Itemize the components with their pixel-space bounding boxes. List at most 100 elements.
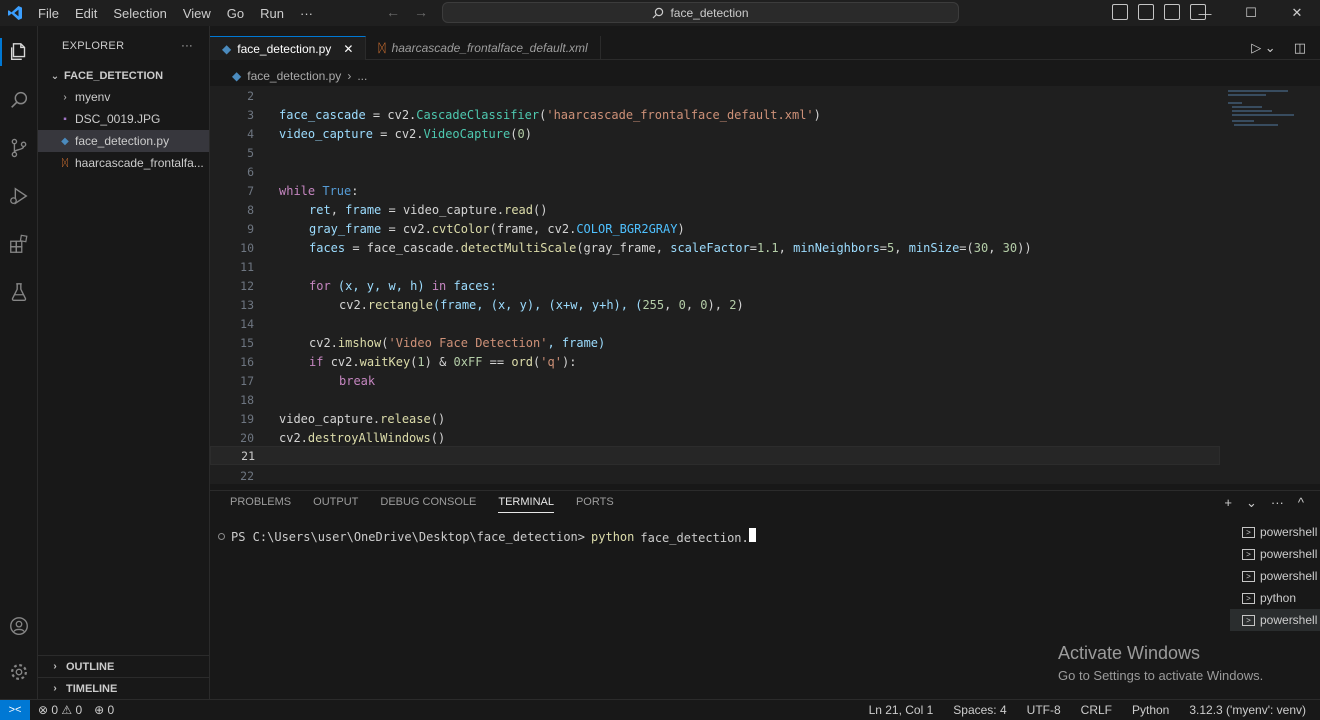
menu-selection[interactable]: Selection (105, 6, 174, 21)
terminal-icon: > (1242, 614, 1255, 626)
toggle-secondary-sidebar-icon[interactable] (1164, 4, 1180, 20)
testing-flask-icon[interactable] (0, 272, 38, 312)
tree-item-myenv[interactable]: › myenv (38, 86, 209, 108)
code-line: 22 (210, 466, 1220, 484)
watermark-subtitle: Go to Settings to activate Windows. (1058, 668, 1264, 683)
file-encoding[interactable]: UTF-8 (1027, 703, 1061, 717)
minimize-button[interactable]: — (1182, 6, 1228, 21)
tree-item-haarcascade-xml[interactable]: ᛞ haarcascade_frontalfa... (38, 152, 209, 174)
timeline-section[interactable]: › TIMELINE (38, 677, 210, 699)
ports-count[interactable]: ⊕ 0 (94, 703, 114, 717)
command-center-search[interactable]: face_detection (442, 2, 959, 23)
tree-item-face-detection-py[interactable]: ◆ face_detection.py (38, 130, 209, 152)
line-number: 5 (247, 145, 254, 160)
breadcrumb-file[interactable]: face_detection.py (247, 69, 341, 83)
tab-face-detection-py[interactable]: ◆ face_detection.py ✕ (210, 36, 367, 60)
code-editor[interactable]: 2 3 face_cascade = cv2.CascadeClassifier… (210, 86, 1320, 484)
code-text: face_cascade = cv2.CascadeClassifier('ha… (279, 107, 821, 122)
terminal-dropdown-icon[interactable]: ⌄ (1246, 495, 1257, 511)
search-view-icon[interactable] (0, 80, 38, 120)
xml-file-icon: ᛞ (378, 41, 386, 55)
extensions-icon[interactable] (0, 224, 38, 264)
line-number: 17 (240, 373, 254, 388)
chevron-right-icon: › (53, 683, 57, 694)
source-control-icon[interactable] (0, 128, 38, 168)
python-interpreter[interactable]: 3.12.3 ('myenv': venv) (1189, 703, 1306, 717)
split-editor-icon[interactable]: ◫ (1294, 40, 1306, 56)
indentation[interactable]: Spaces: 4 (953, 703, 1006, 717)
terminal-item[interactable]: > python (1230, 587, 1320, 609)
toggle-sidebar-icon[interactable] (1112, 4, 1128, 20)
explorer-icon[interactable] (0, 32, 38, 72)
minimap[interactable] (1224, 86, 1300, 136)
run-debug-icon[interactable] (0, 176, 38, 216)
end-of-line[interactable]: CRLF (1081, 703, 1112, 717)
tab-problems[interactable]: PROBLEMS (230, 496, 291, 513)
menu-view[interactable]: View (175, 6, 219, 21)
line-number: 3 (247, 107, 254, 122)
menu-run[interactable]: Run (252, 6, 292, 21)
tree-item-dsc-jpg[interactable]: ▪ DSC_0019.JPG (38, 108, 209, 130)
accounts-icon[interactable] (0, 606, 38, 646)
new-terminal-button[interactable]: + (1224, 495, 1232, 511)
search-icon (653, 7, 664, 18)
cursor-position[interactable]: Ln 21, Col 1 (869, 703, 934, 717)
activate-windows-watermark: Activate Windows Go to Settings to activ… (1058, 643, 1263, 683)
breadcrumb-more[interactable]: ... (357, 69, 367, 83)
tab-haarcascade-xml[interactable]: ᛞ haarcascade_frontalface_default.xml (366, 36, 601, 60)
terminal-argument: face_detection. (640, 528, 756, 545)
chevron-right-icon: › (347, 69, 352, 83)
explorer-more-button[interactable]: ··· (181, 40, 193, 52)
text-cursor (748, 528, 756, 542)
forward-arrow-icon[interactable]: → (414, 4, 428, 20)
maximize-panel-icon[interactable]: ^ (1298, 495, 1304, 511)
code-text: cv2.imshow('Video Face Detection', frame… (309, 335, 606, 350)
terminal-icon: > (1242, 548, 1255, 560)
menu-file[interactable]: File (30, 6, 67, 21)
toggle-panel-icon[interactable] (1138, 4, 1154, 20)
code-line: 2 (210, 86, 1220, 105)
close-tab-icon[interactable]: ✕ (343, 42, 353, 56)
code-line: 6 (210, 162, 1220, 181)
line-number: 12 (240, 278, 254, 293)
terminal-item[interactable]: > powershell (1230, 521, 1320, 543)
menu-go[interactable]: Go (219, 6, 252, 21)
terminal-item[interactable]: > powershell (1230, 543, 1320, 565)
line-number: 4 (247, 126, 254, 141)
remote-indicator[interactable]: >< (0, 699, 30, 720)
menu-more[interactable]: ··· (292, 6, 321, 21)
terminal-item[interactable]: > powershell (1230, 565, 1320, 587)
back-arrow-icon[interactable]: ← (386, 4, 400, 20)
code-text: gray_frame = cv2.cvtColor(frame, cv2.COL… (309, 221, 685, 236)
folder-face-detection[interactable]: ⌄ FACE_DETECTION (38, 66, 209, 86)
panel-more-button[interactable]: ··· (1271, 495, 1284, 511)
language-mode[interactable]: Python (1132, 703, 1169, 717)
code-line: 8 ret, frame = video_capture.read() (210, 200, 1220, 219)
code-text: ret, frame = video_capture.read() (309, 202, 548, 217)
outline-section[interactable]: › OUTLINE (38, 655, 210, 677)
chevron-right-icon: › (53, 661, 57, 672)
close-window-button[interactable]: ✕ (1274, 5, 1320, 21)
status-left: ⊗ 0 ⚠ 0 ⊕ 0 (30, 703, 114, 717)
code-line: 17 break (210, 371, 1220, 390)
xml-file-icon: ᛞ (62, 157, 68, 169)
run-python-file-icon[interactable]: ▷ ⌄ (1251, 40, 1276, 56)
tab-label: face_detection.py (237, 41, 332, 56)
line-number: 14 (240, 316, 254, 331)
tab-output[interactable]: OUTPUT (313, 496, 358, 513)
editor-tabs: ◆ face_detection.py ✕ ᛞ haarcascade_fron… (210, 36, 1320, 60)
tab-ports[interactable]: PORTS (576, 496, 614, 513)
code-line: 12 for (x, y, w, h) in faces: (210, 276, 1220, 295)
terminal-icon: > (1242, 570, 1255, 582)
code-line: 7 while True: (210, 181, 1220, 200)
activity-bar (0, 26, 38, 699)
terminal-item[interactable]: > powershell (1230, 609, 1320, 631)
menu-edit[interactable]: Edit (67, 6, 105, 21)
restore-button[interactable]: ☐ (1228, 5, 1274, 21)
settings-gear-icon[interactable] (0, 652, 38, 692)
timeline-label: TIMELINE (66, 682, 118, 695)
tab-terminal[interactable]: TERMINAL (498, 496, 554, 513)
problems-count[interactable]: ⊗ 0 ⚠ 0 (38, 703, 82, 717)
tab-debug-console[interactable]: DEBUG CONSOLE (380, 496, 476, 513)
terminal-prompt-line[interactable]: PS C:\Users\user\OneDrive\Desktop\face_d… (218, 528, 756, 545)
